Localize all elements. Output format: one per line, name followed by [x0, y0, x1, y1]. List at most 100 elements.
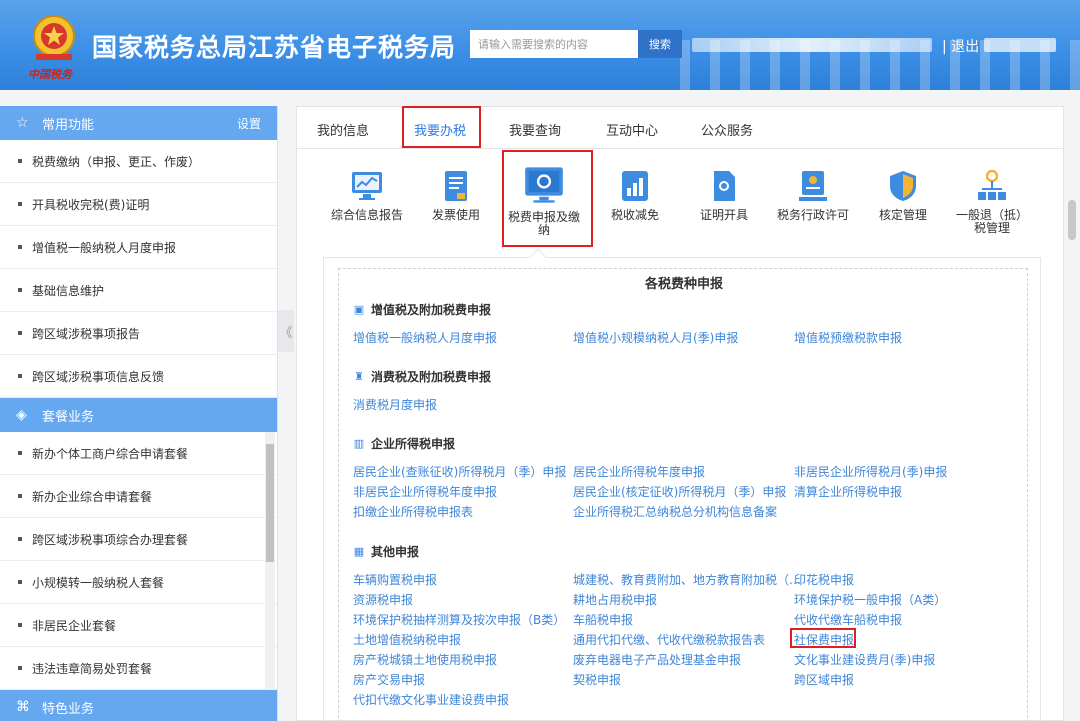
tab-public-service[interactable]: 公众服务 — [701, 120, 753, 139]
sidebar-item[interactable]: 增值税一般纳税人月度申报 — [0, 226, 277, 269]
shield-icon — [890, 171, 916, 201]
link-cross-region[interactable]: 跨区域申报 — [794, 671, 854, 688]
link-corp-consolidated-filing[interactable]: 企业所得税汇总纳税总分机构信息备案 — [573, 503, 777, 520]
bullet-icon — [18, 159, 22, 163]
header: 中国税务 国家税务总局江苏省电子税务局 搜索 | 退出 — [0, 0, 1080, 90]
sidebar-item[interactable]: 非居民企业套餐 — [0, 604, 277, 647]
link-general-withholding-report[interactable]: 通用代扣代缴、代收代缴税款报告表 — [573, 631, 765, 648]
bullet-icon — [18, 580, 22, 584]
sidebar-collapse-button[interactable]: 《 — [278, 310, 294, 352]
sidebar-item[interactable]: 违法违章简易处罚套餐 — [0, 647, 277, 690]
sidebar-item[interactable]: 税费缴纳（申报、更正、作废） — [0, 140, 277, 183]
search-button[interactable]: 搜索 — [638, 30, 682, 58]
link-env-tax-b[interactable]: 环境保护税抽样测算及按次申报（B类） — [353, 611, 565, 628]
link-corp-resident-assessed[interactable]: 居民企业(核定征收)所得税月（季）申报 — [573, 483, 786, 500]
section-title-corporate: ▥ 企业所得税申报 — [353, 435, 455, 452]
link-corp-resident-account[interactable]: 居民企业(查账征收)所得税月（季）申报 — [353, 463, 566, 480]
link-vat-small-scale[interactable]: 增值税小规模纳税人月(季)申报 — [573, 329, 738, 346]
bullet-icon — [18, 451, 22, 455]
fn-certificate-issue[interactable]: 证明开具 — [684, 157, 764, 222]
sidebar-item-label: 跨区域涉税事项报告 — [32, 326, 141, 341]
fn-refund-management[interactable]: 一般退（抵）税管理 — [952, 157, 1032, 235]
user-extra-blurred — [984, 38, 1056, 52]
logout-link[interactable]: | 退出 — [942, 36, 979, 56]
fn-assessment-management[interactable]: 核定管理 — [863, 157, 943, 222]
link-deed-tax[interactable]: 契税申报 — [573, 671, 621, 688]
tab-my-info[interactable]: 我的信息 — [317, 120, 369, 139]
fn-label: 核定管理 — [878, 208, 927, 222]
sidebar-head-common[interactable]: ☆ 常用功能 设置 — [0, 106, 277, 140]
bullet-icon — [18, 245, 22, 249]
fn-label: 税收减免 — [610, 208, 659, 222]
link-resource-tax[interactable]: 资源税申报 — [353, 591, 413, 608]
search-input[interactable] — [470, 30, 638, 58]
bullet-icon — [18, 494, 22, 498]
function-highlight-box — [502, 150, 593, 247]
bullet-icon — [18, 202, 22, 206]
section-title-consumption: ♜ 消费税及附加税费申报 — [353, 368, 491, 385]
link-corp-nonresident-annual[interactable]: 非居民企业所得税年度申报 — [353, 483, 497, 500]
link-farmland-tax[interactable]: 耕地占用税申报 — [573, 591, 657, 608]
link-land-appreciation[interactable]: 土地增值税纳税申报 — [353, 631, 461, 648]
link-property-land-use[interactable]: 房产税城镇土地使用税申报 — [353, 651, 497, 668]
license-icon — [799, 171, 827, 201]
sidebar-item-label: 违法违章简易处罚套餐 — [32, 661, 153, 676]
fn-tax-reduction[interactable]: 税收减免 — [595, 157, 675, 222]
sidebar: ☆ 常用功能 设置 税费缴纳（申报、更正、作废） 开具税收完税(费)证明 增值税… — [0, 106, 278, 721]
sidebar-item[interactable]: 跨区域涉税事项综合办理套餐 — [0, 518, 277, 561]
link-urban-construction[interactable]: 城建税、教育费附加、地方教育附加税（… — [573, 571, 801, 588]
link-corp-liquidation[interactable]: 清算企业所得税申报 — [794, 483, 902, 500]
sidebar-head-package[interactable]: ◈ 套餐业务 — [0, 398, 277, 432]
sidebar-item[interactable]: 小规模转一般纳税人套餐 — [0, 561, 277, 604]
refund-tree-icon — [978, 169, 1006, 200]
link-corp-resident-annual[interactable]: 居民企业所得税年度申报 — [573, 463, 705, 480]
link-vehicle-purchase[interactable]: 车辆购置税申报 — [353, 571, 437, 588]
section-title-text: 企业所得税申报 — [371, 437, 456, 451]
link-culture-fee[interactable]: 文化事业建设费月(季)申报 — [794, 651, 935, 668]
layers-icon: ◈ — [16, 407, 27, 423]
link-corp-nonresident-monthly[interactable]: 非居民企业所得税月(季)申报 — [794, 463, 947, 480]
sidebar-item[interactable]: 跨区域涉税事项报告 — [0, 312, 277, 355]
settings-link[interactable]: 设置 — [237, 115, 261, 132]
tab-query[interactable]: 我要查询 — [509, 120, 561, 139]
package-scrollbar[interactable] — [265, 432, 275, 690]
bullet-icon — [18, 374, 22, 378]
link-vat-general-monthly[interactable]: 增值税一般纳税人月度申报 — [353, 329, 497, 346]
sidebar-item-label: 基础信息维护 — [32, 283, 105, 298]
sidebar-item-label: 税费缴纳（申报、更正、作废） — [32, 154, 201, 169]
link-corp-withholding[interactable]: 扣缴企业所得税申报表 — [353, 503, 473, 520]
link-property-transaction[interactable]: 房产交易申报 — [353, 671, 425, 688]
fn-invoice-use[interactable]: 发票使用 — [416, 157, 496, 222]
fn-label: 发票使用 — [431, 208, 480, 222]
sidebar-item[interactable]: 新办个体工商户综合申请套餐 — [0, 432, 277, 475]
link-culture-fee-withholding[interactable]: 代扣代缴文化事业建设费申报 — [353, 691, 509, 708]
bottle-icon: ♜ — [354, 370, 364, 383]
tab-interaction[interactable]: 互动中心 — [606, 120, 658, 139]
emblem-text: 中国税务 — [28, 68, 72, 81]
fn-comprehensive-report[interactable]: 综合信息报告 — [327, 157, 407, 222]
link-stamp-tax[interactable]: 印花税申报 — [794, 571, 854, 588]
panel-title: 各税费种申报 — [644, 277, 723, 292]
sidebar-item-label: 非居民企业套餐 — [32, 618, 117, 633]
fn-label: 一般退（抵）税管理 — [955, 208, 1028, 235]
bullet-icon — [18, 331, 22, 335]
link-vessel-tax-withholding[interactable]: 代收代缴车船税申报 — [794, 611, 902, 628]
sidebar-head-special[interactable]: ⌘ 特色业务 — [0, 690, 277, 721]
sidebar-item[interactable]: 跨区域涉税事项信息反馈 — [0, 355, 277, 398]
link-env-tax-a[interactable]: 环境保护税一般申报（A类） — [794, 591, 946, 608]
fn-label: 税务行政许可 — [776, 208, 849, 222]
link-vessel-tax[interactable]: 车船税申报 — [573, 611, 633, 628]
sidebar-item[interactable]: 基础信息维护 — [0, 269, 277, 312]
page-scrollbar-thumb[interactable] — [1068, 200, 1076, 240]
fn-administrative-license[interactable]: 税务行政许可 — [773, 157, 853, 222]
link-consumption-monthly[interactable]: 消费税月度申报 — [353, 396, 437, 413]
sidebar-item[interactable]: 新办企业综合申请套餐 — [0, 475, 277, 518]
function-icon-row: 综合信息报告 发票使用 税费申报及缴纳 税收减免 证明开具 税务行政许可 核定管… — [297, 157, 1063, 257]
link-ewaste-fund[interactable]: 废弃电器电子产品处理基金申报 — [573, 651, 741, 668]
tab-highlight-box — [402, 106, 481, 148]
tax-emblem-icon — [33, 15, 75, 60]
sidebar-item[interactable]: 开具税收完税(费)证明 — [0, 183, 277, 226]
link-vat-prepay[interactable]: 增值税预缴税款申报 — [794, 329, 902, 346]
section-title-text: 消费税及附加税费申报 — [371, 370, 492, 384]
scrollbar-thumb[interactable] — [266, 444, 274, 562]
